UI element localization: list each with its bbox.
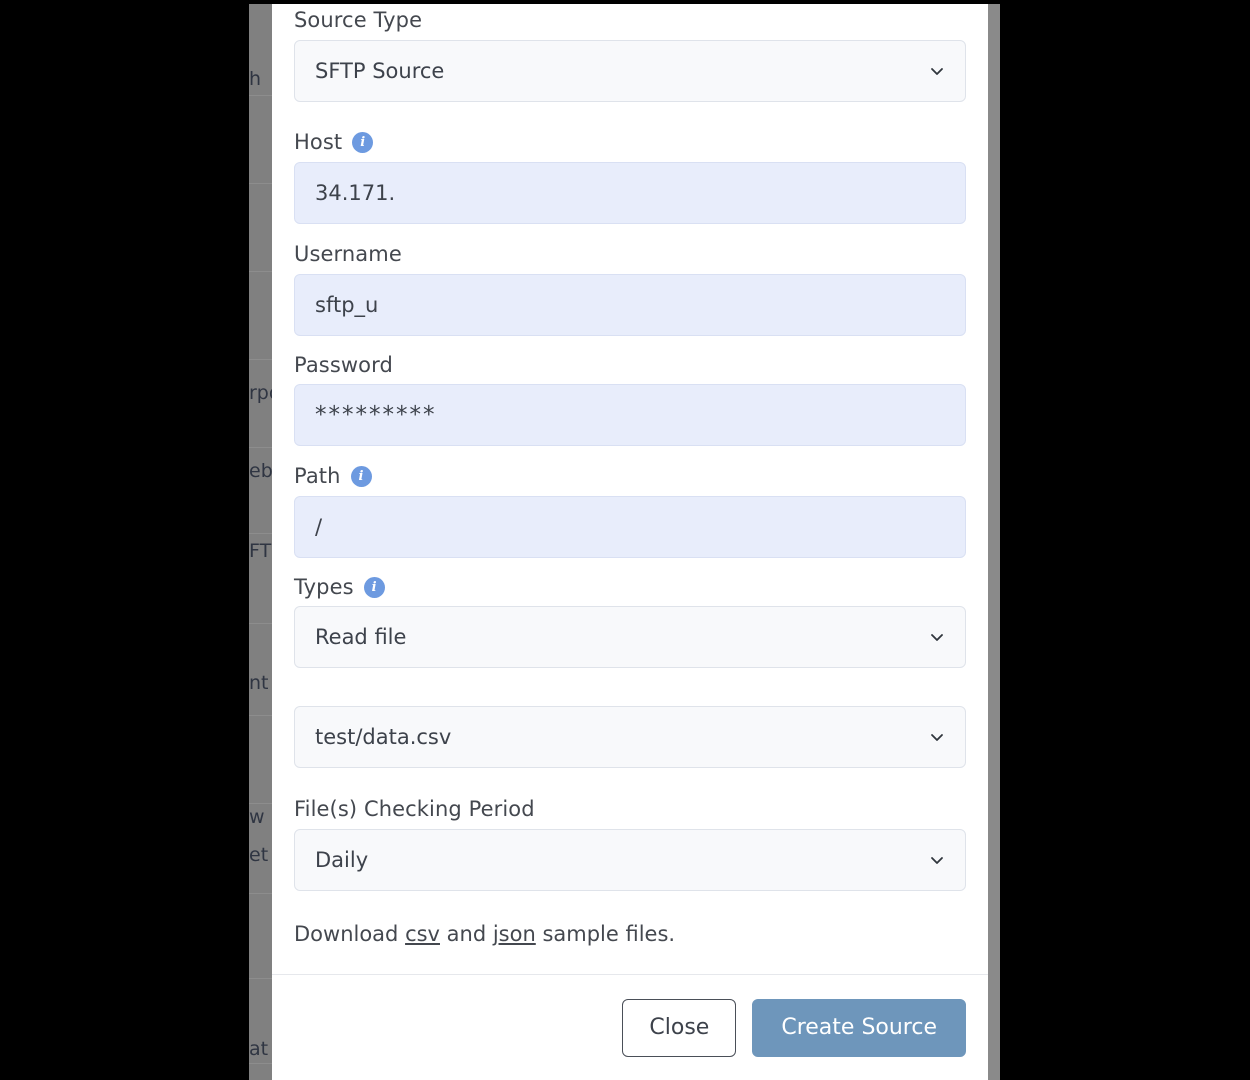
background-text-fragment: w	[249, 806, 265, 828]
field-value: /	[315, 515, 323, 539]
create-source-button[interactable]: Create Source	[752, 998, 966, 1057]
modal-footer: Close Create Source	[272, 974, 988, 1080]
background-text-fragment: et	[249, 844, 269, 866]
modal-body: Source Type SFTP Source Host i 34.171. Userna…	[272, 4, 988, 974]
field-label-password: Password	[294, 355, 393, 376]
field-label-text: Path	[294, 464, 341, 488]
field-label-types: Types i	[294, 577, 385, 598]
page-scrollbar[interactable]	[988, 4, 1000, 1080]
background-text-fragment: FT	[249, 540, 272, 562]
screen: hrpoebFTntwetata5otoi Source TypeSFTP So…	[0, 0, 1250, 1080]
input-password[interactable]: *********	[294, 384, 966, 446]
field-value: Read file	[315, 625, 407, 649]
chevron-down-icon	[929, 729, 945, 745]
helper-middle: and	[439, 922, 493, 946]
sample-files-helper-text: Download csv and json sample files.	[294, 924, 675, 945]
background-text-fragment: eb	[249, 460, 273, 482]
field-label-text: File(s) Checking Period	[294, 797, 535, 821]
field-label-text: Source Type	[294, 8, 423, 32]
input-host[interactable]: 34.171.	[294, 162, 966, 224]
input-path[interactable]: /	[294, 496, 966, 558]
input-username[interactable]: sftp_u	[294, 274, 966, 336]
select-types[interactable]: Read file	[294, 606, 966, 668]
close-button[interactable]: Close	[622, 998, 737, 1057]
field-label-text: Username	[294, 242, 402, 266]
background-text-fragment: at	[249, 1038, 269, 1060]
field-label-text: Password	[294, 353, 393, 377]
background-text-fragment: h	[249, 68, 262, 90]
chevron-down-icon	[929, 629, 945, 645]
info-icon[interactable]: i	[350, 466, 372, 487]
select-file-select[interactable]: test/data.csv	[294, 706, 966, 768]
download-csv-link[interactable]: csv	[405, 922, 440, 946]
info-icon[interactable]: i	[352, 132, 374, 153]
field-value: sftp_u	[315, 293, 379, 317]
field-label-source-type: Source Type	[294, 10, 422, 31]
helper-prefix: Download	[294, 922, 406, 946]
field-value: 34.171.	[315, 181, 396, 205]
create-source-modal: Source Type SFTP Source Host i 34.171. Userna…	[272, 4, 988, 1080]
field-label-path: Path i	[294, 466, 372, 487]
select-source-type[interactable]: SFTP Source	[294, 40, 966, 102]
field-label-username: Username	[294, 244, 402, 265]
info-icon[interactable]: i	[363, 577, 385, 598]
select-checking-period[interactable]: Daily	[294, 829, 966, 891]
background-text-fragment: nt	[249, 672, 269, 694]
field-label-text: Types	[294, 575, 354, 599]
helper-suffix: sample files.	[535, 922, 676, 946]
field-value: test/data.csv	[315, 725, 452, 749]
field-value: Daily	[315, 848, 369, 872]
field-value: *********	[315, 402, 437, 428]
chevron-down-icon	[929, 63, 945, 79]
field-label-text: Host	[294, 130, 343, 154]
download-json-link[interactable]: json	[493, 922, 536, 946]
chevron-down-icon	[929, 852, 945, 868]
field-label-checking-period: File(s) Checking Period	[294, 799, 535, 820]
field-label-host: Host i	[294, 130, 374, 154]
field-value: SFTP Source	[315, 59, 445, 83]
